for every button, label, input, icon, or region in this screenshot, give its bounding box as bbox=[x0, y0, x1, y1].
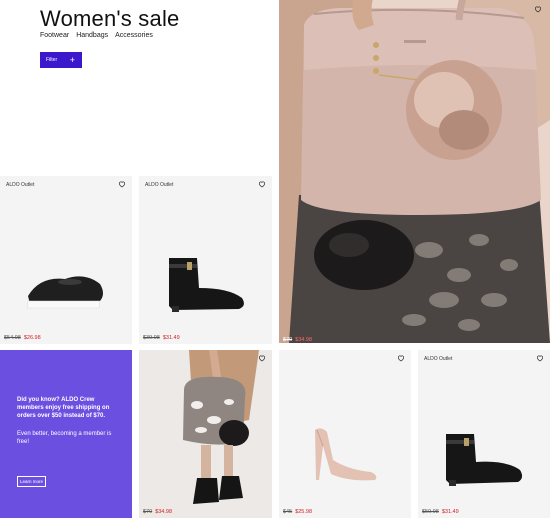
original-price: $54.98 bbox=[4, 335, 21, 341]
promo-card: Did you know? ALDO Crew members enjoy fr… bbox=[0, 350, 132, 518]
product-image bbox=[139, 176, 272, 344]
page-title: Women's sale bbox=[40, 6, 180, 31]
filter-button[interactable]: Filter + bbox=[40, 52, 82, 68]
hero-image[interactable] bbox=[279, 0, 550, 343]
product-image bbox=[279, 350, 411, 518]
page-header: Women's sale Footwear Handbags Accessori… bbox=[0, 0, 278, 176]
filter-label: Filter bbox=[46, 57, 58, 63]
sale-price: $34.98 bbox=[295, 337, 313, 343]
product-card[interactable]: $70 $34.98 bbox=[139, 350, 272, 518]
sale-price: $34.98 bbox=[155, 509, 173, 515]
product-card[interactable]: ALDO Outlet $39.98 $31.49 bbox=[139, 176, 272, 344]
nav-footwear[interactable]: Footwear bbox=[40, 32, 69, 39]
nav-accessories[interactable]: Accessories bbox=[115, 32, 153, 39]
original-price: $45 bbox=[283, 509, 293, 515]
nav-handbags[interactable]: Handbags bbox=[76, 32, 108, 39]
plus-icon: + bbox=[69, 54, 75, 65]
heart-icon[interactable] bbox=[536, 354, 544, 362]
product-image bbox=[418, 350, 550, 518]
product-card[interactable]: ALDO Outlet $54.98 $26.98 bbox=[0, 176, 132, 344]
price-row: $70 $34.98 bbox=[283, 337, 312, 343]
heart-icon[interactable] bbox=[258, 180, 266, 188]
price-row: $45 $25.98 bbox=[283, 509, 312, 515]
learn-more-button[interactable]: Learn more bbox=[17, 476, 46, 487]
promo-headline: Did you know? ALDO Crew members enjoy fr… bbox=[17, 397, 110, 420]
heart-icon[interactable] bbox=[118, 180, 126, 188]
original-price: $70 bbox=[283, 337, 293, 343]
product-card[interactable]: $45 $25.98 bbox=[279, 350, 411, 518]
heart-icon[interactable] bbox=[397, 354, 405, 362]
sale-price: $25.98 bbox=[295, 509, 313, 515]
product-image bbox=[139, 350, 272, 518]
price-row: $39.98 $31.49 bbox=[143, 335, 180, 341]
sale-price: $26.98 bbox=[23, 335, 41, 341]
original-price: $39.98 bbox=[143, 335, 160, 341]
sale-price: $31.49 bbox=[441, 509, 459, 515]
hero-price-row: $70 $34.98 bbox=[279, 333, 550, 344]
product-image bbox=[0, 176, 132, 344]
sale-price: $31.49 bbox=[162, 335, 180, 341]
price-row: $54.98 $26.98 bbox=[4, 335, 41, 341]
price-row: $59.98 $31.49 bbox=[422, 509, 459, 515]
original-price: $70 bbox=[143, 509, 153, 515]
heart-icon[interactable] bbox=[534, 5, 542, 13]
brand-label: ALDO Outlet bbox=[6, 182, 35, 188]
promo-body: Even better, becoming a member is free! bbox=[17, 431, 112, 446]
brand-label: ALDO Outlet bbox=[424, 356, 453, 362]
category-nav: Footwear Handbags Accessories bbox=[40, 32, 153, 39]
product-card[interactable]: ALDO Outlet $59.98 $31.49 bbox=[418, 350, 550, 518]
price-row: $70 $34.98 bbox=[143, 509, 172, 515]
heart-icon[interactable] bbox=[258, 354, 266, 362]
handbag-photo bbox=[279, 0, 550, 343]
brand-label: ALDO Outlet bbox=[145, 182, 174, 188]
original-price: $59.98 bbox=[422, 509, 439, 515]
